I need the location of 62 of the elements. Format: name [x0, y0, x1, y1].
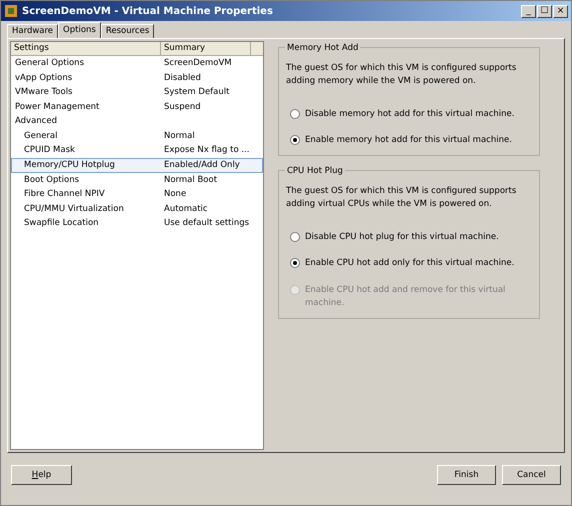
- setting-name: Power Management: [14, 100, 100, 114]
- app-icon: [4, 4, 18, 18]
- close-button[interactable]: ×: [553, 4, 568, 18]
- setting-name: Boot Options: [23, 174, 80, 186]
- setting-name: VMware Tools: [14, 86, 74, 99]
- setting-summary: Normal Boot: [163, 174, 218, 186]
- maximize-button[interactable]: ☐: [537, 4, 552, 18]
- setting-summary: Expose Nx flag to ...: [163, 144, 250, 158]
- setting-summary: Use default settings: [163, 217, 250, 230]
- column-header: [251, 42, 263, 56]
- group-title: Memory Hot Add: [285, 42, 360, 55]
- list-row[interactable]: General Options ScreenDemoVM: [11, 56, 263, 71]
- setting-name: General: [23, 130, 58, 143]
- setting-summary: None: [163, 188, 186, 202]
- tab[interactable]: Hardware: [7, 24, 58, 38]
- radio-label: Disable memory hot add for this virtual machine.: [305, 108, 516, 120]
- radio-button[interactable]: [290, 232, 300, 242]
- setting-summary: Automatic: [163, 202, 208, 216]
- list-row[interactable]: CPU/MMU Virtualization Automatic: [11, 202, 263, 217]
- setting-summary: ScreenDemoVM: [163, 56, 232, 70]
- setting-name: vApp Options: [14, 72, 74, 84]
- setting-name: Advanced: [14, 115, 58, 128]
- radio-label: Enable memory hot add for this virtual machine.: [305, 134, 513, 147]
- setting-summary: System Default: [163, 86, 230, 99]
- list-row[interactable]: Power Management Suspend: [11, 100, 263, 114]
- radio-label: Disable CPU hot plug for this virtual machine.: [305, 230, 500, 244]
- help-button[interactable]: Help: [11, 465, 72, 485]
- setting-summary: Normal: [163, 130, 195, 143]
- setting-name: Fibre Channel NPIV: [23, 188, 106, 202]
- setting-name: Swapfile Location: [23, 217, 100, 230]
- setting-summary: Suspend: [163, 100, 201, 114]
- minimize-button[interactable]: _: [521, 4, 536, 18]
- group-description: The guest OS for which this VM is configured supports adding memory while the VM is powered on.: [286, 62, 518, 88]
- dialog-button[interactable]: Finish: [437, 465, 496, 485]
- list-row[interactable]: VMware Tools System Default: [11, 85, 263, 100]
- setting-summary: Enabled/Add Only: [163, 159, 240, 172]
- setting-name: Memory/CPU Hotplug: [23, 159, 116, 172]
- setting-name: CPU/MMU Virtualization: [23, 202, 125, 216]
- group-description: The guest OS for which this VM is configured supports adding virtual CPUs while the VM is powered on.: [286, 185, 518, 210]
- list-row[interactable]: Swapfile Location Use default settings: [11, 216, 263, 232]
- dialog-button[interactable]: Cancel: [502, 465, 561, 485]
- radio-button[interactable]: [290, 108, 300, 118]
- setting-summary: Disabled: [163, 72, 201, 84]
- radio-button[interactable]: [290, 135, 300, 146]
- setting-name: CPUID Mask: [23, 144, 76, 158]
- window-title: ScreenDemoVM - Virtual Machine Properties: [22, 4, 273, 18]
- column-header[interactable]: Settings: [11, 42, 161, 56]
- setting-name: General Options: [14, 56, 85, 70]
- radio-label: Enable CPU hot add only for this virtual machine.: [305, 257, 516, 270]
- radio-button[interactable]: [290, 258, 300, 268]
- radio-label: Enable CPU hot add and remove for this virtual machine.: [305, 284, 506, 310]
- list-row[interactable]: General Normal: [11, 128, 263, 144]
- column-header[interactable]: Summary: [161, 42, 251, 56]
- list-row[interactable]: Memory/CPU Hotplug Enabled/Add Only: [11, 158, 263, 173]
- tab[interactable]: Resources: [100, 24, 154, 38]
- list-row[interactable]: vApp Options Disabled: [11, 70, 263, 86]
- list-row[interactable]: Advanced: [11, 114, 263, 129]
- tab[interactable]: Options: [58, 22, 101, 38]
- list-row[interactable]: CPUID Mask Expose Nx flag to ...: [11, 144, 263, 158]
- list-row[interactable]: Fibre Channel NPIV None: [11, 187, 263, 202]
- list-row[interactable]: Boot Options Normal Boot: [11, 172, 263, 188]
- group-title: CPU Hot Plug: [285, 165, 345, 178]
